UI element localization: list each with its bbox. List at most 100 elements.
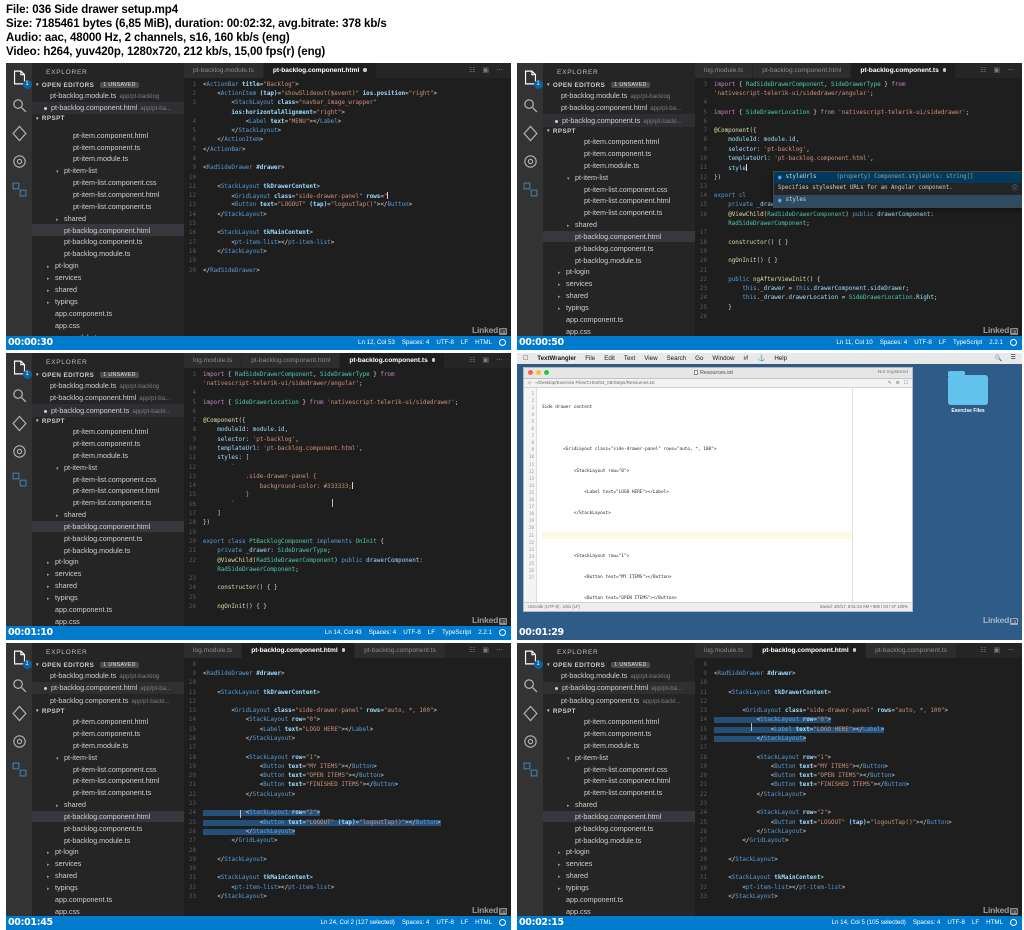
line-ending[interactable]: LF [939,339,946,346]
tree-folder[interactable]: ▸ services [32,858,184,870]
tab-pt-backlog-component-html[interactable]: pt-backlog.component.html [263,62,377,78]
open-editor-item[interactable]: pt-backlog.module.ts app/pt-backlog [543,90,695,102]
tree-folder[interactable]: ▾ pt-item-list [32,751,184,763]
tree-file[interactable]: app.component.ts [32,894,184,906]
extensions-icon[interactable] [11,761,28,778]
line-ending[interactable]: LF [972,919,979,926]
source-control-icon[interactable] [522,125,539,142]
tree-folder[interactable]: ▸ pt-login [32,556,184,568]
code-content-6[interactable]: 8 9 <RadSideDrawer #drawer> 10 11 <StackL… [695,658,1022,930]
menu-shebang[interactable]: #! [743,355,748,362]
desktop-folder-exercise-files[interactable]: Exercise Files [940,370,996,414]
lock-icon[interactable]: ☐ [904,380,908,386]
menu-go[interactable]: Go [695,355,703,362]
split-editor-icon[interactable]: ☷ [469,66,475,74]
tree-file[interactable]: pt-backlog.component.html [32,520,184,533]
tree-file[interactable]: pt-backlog.component.html [32,810,184,823]
maximize-button[interactable] [544,370,549,376]
tree-file[interactable]: pt-item.component.ts [32,141,184,153]
tree-file[interactable]: pt-item-list.component.html [32,485,184,497]
tree-folder[interactable]: ▸ typings [32,882,184,894]
tab-pt-backlog-component-html[interactable]: pt-backlog.component.html [242,642,356,658]
tree-file[interactable]: app.component.ts [32,308,184,320]
menu-window[interactable]: Window [712,355,734,362]
open-editors-header[interactable]: ▾ OPEN EDITORS 1 UNSAVED [32,661,184,670]
open-editor-item[interactable]: pt-backlog.component.html app/pt-ba... [543,682,695,695]
tree-file[interactable]: pt-backlog.module.ts [32,834,184,846]
open-editor-item[interactable]: pt-backlog.module.ts app/pt-backlog [32,380,184,392]
open-editor-item[interactable]: pt-backlog.component.html app/pt-ba... [32,102,184,115]
line-ending[interactable]: LF [461,919,468,926]
more-actions-icon[interactable]: ⋯ [496,356,503,364]
document-path[interactable]: ~/Desktop/Exercise Files/CH04/04_08/Step… [535,380,655,385]
indentation[interactable]: Spaces: 4 [402,919,430,926]
tree-file[interactable]: pt-item.module.ts [32,449,184,461]
tree-folder[interactable]: ▸ shared [543,219,695,231]
extensions-icon[interactable] [11,181,28,198]
language-mode[interactable]: HTML [475,339,492,346]
menu-search[interactable]: Search [667,355,687,362]
cursor-position[interactable]: Ln 14, Col 5 (105 selected) [832,919,906,926]
tree-file[interactable]: pt-item.component.html [32,716,184,728]
tree-folder[interactable]: ▸ typings [32,592,184,604]
project-root-header[interactable]: ▾ RPSPT [543,127,695,136]
more-actions-icon[interactable]: ⋯ [1007,66,1014,74]
cursor-position[interactable]: Ln 11, Col 10 [836,339,872,346]
encoding[interactable]: UTF-8 [947,919,965,926]
code-content-2[interactable]: 3 import { RadSideDrawerComponent, SideDr… [695,78,1022,350]
tree-file[interactable]: app.component.ts [543,894,695,906]
tab-pt-backlog-component-html[interactable]: pt-backlog.component.html [753,642,867,658]
tab-log-module-ts[interactable]: log.module.ts [695,642,754,658]
project-root-header[interactable]: ▾ RPSPT [32,114,184,123]
code-content-5[interactable]: 8 9 <RadSideDrawer #drawer> 10 11 <StackL… [184,658,511,930]
tree-file[interactable]: pt-item-list.component.ts [32,497,184,509]
intellisense-ghost-item[interactable]: ◉ styles [774,195,1022,207]
tree-file[interactable]: pt-item.module.ts [32,153,184,165]
tree-folder[interactable]: ▸ pt-login [543,846,695,858]
feedback-smiley-icon[interactable] [1010,339,1017,347]
tree-file[interactable]: pt-item-list.component.css [543,183,695,195]
tab-pt-backlog-component-html[interactable]: pt-backlog.component.html [753,62,852,78]
tree-folder[interactable]: ▸ services [543,858,695,870]
tree-file[interactable]: pt-item.component.html [32,129,184,141]
menu-view[interactable]: View [644,355,657,362]
tab-pt-backlog-component-html[interactable]: pt-backlog.component.html [242,352,341,368]
feedback-smiley-icon[interactable] [499,629,506,637]
toggle-panel-icon[interactable]: ▣ [482,646,489,654]
tree-folder[interactable]: ▸ shared [543,290,695,302]
tree-folder[interactable]: ▸ typings [32,296,184,308]
tree-folder[interactable]: ▸ shared [32,212,184,224]
menu-textwrangler[interactable]: TextWrangler [537,355,576,362]
tab-log-module-ts[interactable]: log.module.ts [695,62,754,78]
open-editor-item[interactable]: pt-backlog.component.html app/pt-ba... [32,392,184,404]
project-root-header[interactable]: ▾ RPSPT [543,707,695,716]
open-editor-item[interactable]: pt-backlog.module.ts app/pt-backlog [32,670,184,682]
doc-popup-icon[interactable]: ◇ [528,380,532,386]
feedback-smiley-icon[interactable] [1010,919,1017,927]
open-editor-item[interactable]: pt-backlog.module.ts app/pt-backlog [543,670,695,682]
tab-pt-backlog-component-ts[interactable]: pt-backlog.component.ts [851,62,957,78]
search-icon[interactable] [11,677,28,694]
feedback-smiley-icon[interactable] [499,339,506,347]
language-mode[interactable]: HTML [986,919,1003,926]
tree-file[interactable]: pt-item.module.ts [32,739,184,751]
tree-file[interactable]: app.component.ts [543,314,695,326]
more-actions-icon[interactable]: ⋯ [496,66,503,74]
line-ending[interactable]: LF [461,339,468,346]
language-mode[interactable]: TypeScript [953,339,982,346]
tree-file[interactable]: pt-item.module.ts [543,739,695,751]
split-editor-icon[interactable]: ☷ [469,356,475,364]
tree-file[interactable]: pt-item-list.component.html [32,775,184,787]
tree-file[interactable]: pt-item-list.component.ts [32,200,184,212]
menu-edit[interactable]: Edit [604,355,615,362]
encoding[interactable]: UTF-8 [436,919,454,926]
tree-folder[interactable]: ▸ shared [32,799,184,811]
tree-file[interactable]: pt-backlog.component.ts [32,236,184,248]
tab-pt-backlog-component-ts[interactable]: pt-backlog.component.ts [355,642,446,658]
menu-text[interactable]: Text [624,355,635,362]
encoding[interactable]: UTF-8 [436,339,454,346]
tree-file[interactable]: pt-item.module.ts [543,159,695,171]
toggle-panel-icon[interactable]: ▣ [482,356,489,364]
info-icon[interactable]: ⓘ [1002,184,1018,193]
open-editor-item[interactable]: pt-backlog.component.html app/pt-ba... [32,682,184,695]
